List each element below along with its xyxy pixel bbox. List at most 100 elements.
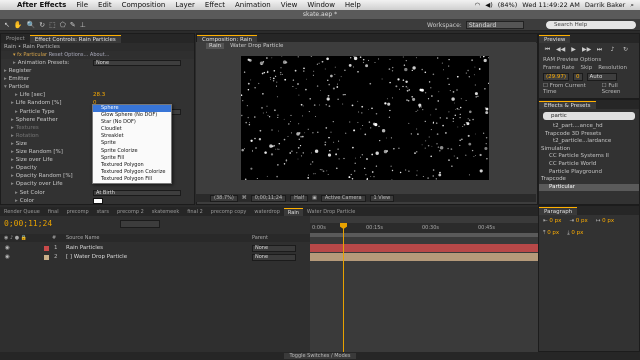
toggle-switches-modes[interactable]: Toggle Switches / Modes bbox=[283, 353, 357, 359]
collapsed-triangle-icon[interactable]: ▸ bbox=[4, 68, 7, 74]
help-search-input[interactable]: Search Help bbox=[546, 21, 636, 29]
menubar-user[interactable]: Darrik Baker bbox=[585, 1, 626, 9]
last-frame-icon[interactable]: ⏭ bbox=[595, 46, 604, 53]
battery-level[interactable]: (84%) bbox=[498, 1, 518, 9]
collapsed-triangle-icon[interactable]: ▸ bbox=[11, 133, 14, 139]
timeline-tab[interactable]: precomp 2 bbox=[113, 208, 148, 216]
volume-icon[interactable]: ◀) bbox=[485, 1, 493, 9]
menu-view[interactable]: View bbox=[276, 1, 303, 9]
menu-file[interactable]: File bbox=[71, 1, 93, 9]
resolution-select[interactable]: Half bbox=[290, 194, 309, 202]
spotlight-icon[interactable]: ⌕ bbox=[630, 1, 634, 10]
indent-right-field[interactable]: ⇥ 0 px bbox=[569, 218, 587, 224]
effects-list-item[interactable]: Particular bbox=[539, 183, 639, 192]
timeline-tab[interactable]: precomp copy bbox=[207, 208, 251, 216]
next-frame-icon[interactable]: ▶▶ bbox=[582, 46, 591, 53]
menu-layer[interactable]: Layer bbox=[170, 1, 200, 9]
region-icon[interactable]: ▣ bbox=[312, 195, 317, 201]
effect-row[interactable]: ▸ Register bbox=[1, 67, 194, 75]
tab-paragraph[interactable]: Paragraph bbox=[539, 207, 578, 215]
effect-row[interactable]: ▸ Color bbox=[1, 197, 194, 205]
wifi-icon[interactable]: ◠ bbox=[475, 1, 481, 9]
menu-after-effects[interactable]: After Effects bbox=[12, 1, 71, 9]
layer-label-color[interactable] bbox=[44, 246, 49, 251]
effect-row-value[interactable]: 28.3 bbox=[93, 91, 105, 99]
timeline-tab[interactable]: stars bbox=[93, 208, 113, 216]
from-current-time-checkbox[interactable]: ☐ From Current Time bbox=[543, 83, 596, 95]
layer-label-color[interactable] bbox=[44, 255, 49, 260]
effect-row-dropdown[interactable]: At Birth bbox=[93, 189, 181, 196]
collapsed-triangle-icon[interactable]: ▸ bbox=[15, 109, 18, 115]
breadcrumb-rain[interactable]: Rain bbox=[206, 43, 225, 49]
effect-row[interactable]: ▾ Particle bbox=[1, 83, 194, 91]
workspace-select[interactable]: Standard bbox=[465, 21, 524, 29]
menu-help[interactable]: Help bbox=[340, 1, 366, 9]
snapshot-icon[interactable]: ⌘ bbox=[242, 195, 247, 201]
audio-icon[interactable]: ♪ bbox=[608, 46, 617, 53]
layer-bar-rain-particles[interactable] bbox=[310, 244, 538, 252]
col-source-name[interactable]: Source Name bbox=[66, 234, 100, 242]
tab-effect-controls[interactable]: Effect Controls: Rain Particles bbox=[29, 35, 121, 43]
collapsed-triangle-icon[interactable]: ▸ bbox=[11, 173, 14, 179]
menu-edit[interactable]: Edit bbox=[93, 1, 117, 9]
comp-viewer[interactable]: Rain Water Drop Particle bbox=[196, 42, 536, 194]
tool-icons[interactable]: ↖✋🔍↻⬚⬠✎⊥ bbox=[0, 21, 90, 29]
prev-frame-icon[interactable]: ◀◀ bbox=[556, 46, 565, 53]
effects-list-item[interactable]: Particle Playground bbox=[539, 169, 639, 177]
particle-type-option[interactable]: Cloudlet bbox=[93, 126, 171, 133]
work-area-bar[interactable] bbox=[310, 233, 538, 237]
effects-list-item[interactable]: Simulation bbox=[539, 146, 639, 154]
visibility-eye-icon[interactable]: ◉ bbox=[5, 244, 10, 253]
particle-type-dropdown-menu[interactable]: Sphere Glow Sphere (No DOF) Star (No DOF) C… bbox=[92, 104, 172, 185]
timeline-search-input[interactable] bbox=[120, 220, 160, 228]
collapsed-triangle-icon[interactable]: ▸ bbox=[11, 117, 14, 123]
effect-row[interactable]: ▸ Life [sec] 28.3 bbox=[1, 91, 194, 99]
effects-list-item[interactable]: Trapcode 3D Presets bbox=[539, 131, 639, 139]
effects-search-input[interactable]: partic bbox=[543, 112, 635, 120]
color-swatch[interactable] bbox=[93, 197, 103, 204]
collapsed-triangle-icon[interactable]: ▸ bbox=[11, 181, 14, 187]
effect-row[interactable]: ▸ Set Color At Birth bbox=[1, 189, 194, 197]
resolution-select[interactable]: Auto bbox=[586, 73, 617, 81]
effect-row[interactable]: ▸ Emitter bbox=[1, 75, 194, 83]
menubar-clock[interactable]: Wed 11:49:22 AM bbox=[522, 1, 580, 9]
breadcrumb-water-drop[interactable]: Water Drop Particle bbox=[230, 43, 283, 49]
particle-type-option[interactable]: Streaklet bbox=[93, 133, 171, 140]
zoom-select[interactable]: (38.7%) bbox=[210, 194, 238, 202]
particle-type-option[interactable]: Star (No DOF) bbox=[93, 119, 171, 126]
layer-parent-select[interactable]: None bbox=[252, 254, 296, 261]
comp-timecode[interactable]: 0;00;11;24 bbox=[250, 194, 287, 202]
collapsed-triangle-icon[interactable]: ▸ bbox=[11, 165, 14, 171]
tab-effects-presets[interactable]: Effects & Presets bbox=[539, 101, 596, 109]
menu-window[interactable]: Window bbox=[302, 1, 340, 9]
timeline-timecode[interactable]: 0;00;11;24 bbox=[4, 219, 52, 228]
ram-preview-options[interactable]: RAM Preview Options bbox=[539, 56, 639, 64]
layer-bar-water-drop[interactable] bbox=[310, 253, 538, 261]
effect-name-row[interactable]: ▾ fx Particular Reset Options... About..… bbox=[1, 51, 194, 59]
loop-icon[interactable]: ↻ bbox=[621, 46, 630, 53]
space-after-field[interactable]: ⤓ 0 px bbox=[567, 230, 583, 237]
timeline-tab[interactable]: skatemeek bbox=[148, 208, 183, 216]
particle-type-option[interactable]: Sphere bbox=[93, 105, 171, 113]
full-screen-checkbox[interactable]: ☐ Full Screen bbox=[602, 83, 635, 95]
collapsed-triangle-icon[interactable]: ▸ bbox=[11, 157, 14, 163]
space-before-field[interactable]: ⤒ 0 px bbox=[543, 230, 559, 237]
current-time-indicator[interactable] bbox=[343, 223, 344, 352]
col-parent[interactable]: Parent bbox=[252, 234, 268, 242]
skip-field[interactable]: 0 bbox=[573, 73, 583, 81]
menu-composition[interactable]: Composition bbox=[117, 1, 171, 9]
timeline-tab[interactable]: waterdrop bbox=[250, 208, 284, 216]
expanded-triangle-icon[interactable]: ▾ bbox=[4, 84, 7, 90]
first-frame-icon[interactable]: ⏮ bbox=[543, 46, 552, 53]
layer-name[interactable]: [ ] Water Drop Particle bbox=[66, 253, 127, 262]
collapsed-triangle-icon[interactable]: ▸ bbox=[15, 190, 18, 196]
timeline-tab[interactable]: Water Drop Particle bbox=[303, 208, 359, 216]
particle-type-option[interactable]: Sprite bbox=[93, 140, 171, 147]
collapsed-triangle-icon[interactable]: ▸ bbox=[4, 76, 7, 82]
view-select[interactable]: 1 View bbox=[369, 194, 395, 202]
comp-canvas[interactable] bbox=[241, 56, 489, 180]
layer-name[interactable]: Rain Particles bbox=[66, 244, 103, 253]
frame-rate-field[interactable]: (29.97) bbox=[543, 73, 570, 81]
effect-row[interactable]: ▸ Animation Presets: None bbox=[1, 59, 194, 67]
particle-type-option[interactable]: Textured Polygon bbox=[93, 162, 171, 169]
